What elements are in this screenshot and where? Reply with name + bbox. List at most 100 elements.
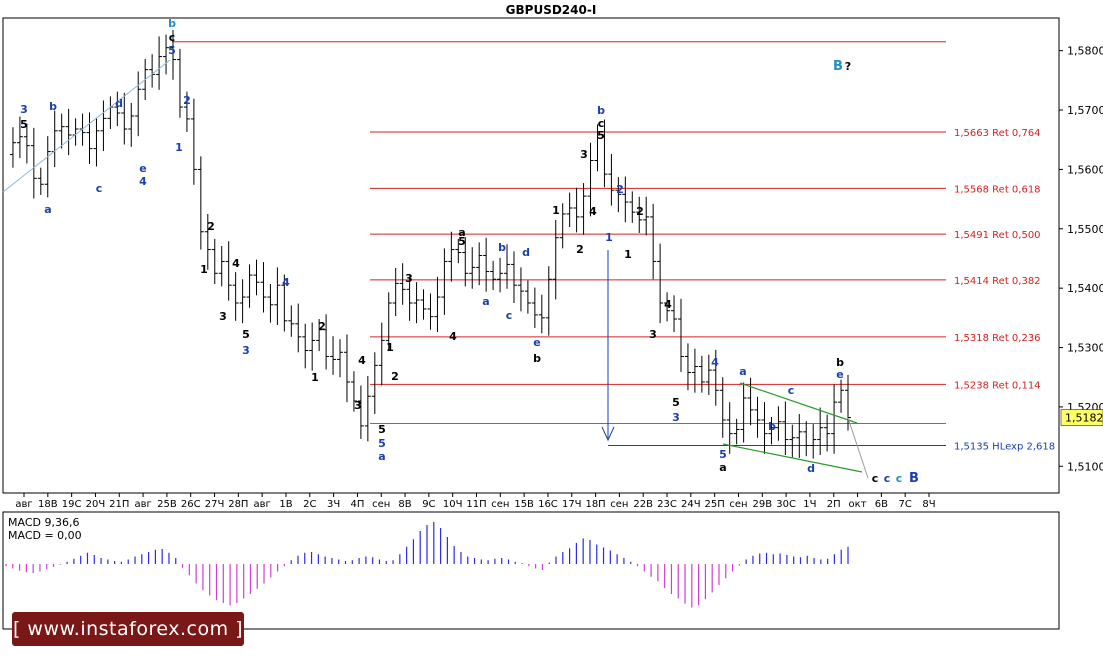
wave-label: c [506, 309, 513, 322]
y-tick-label: 1,5500 [1067, 223, 1103, 236]
wave-label: 1 [311, 371, 319, 384]
x-tick-label: окт [849, 499, 867, 510]
wave-label: a [482, 295, 489, 308]
y-tick-label: 1,5300 [1067, 342, 1103, 355]
x-tick-label: 7С [899, 499, 912, 510]
wave-label: 2 [207, 220, 215, 233]
x-tick-label: 8Ч [922, 499, 935, 510]
wave-label: B [833, 59, 843, 74]
x-tick-label: 22В [633, 499, 653, 510]
x-tick-label: 17Ч [562, 499, 582, 510]
wave-label: b [498, 241, 506, 254]
x-tick-label: 9С [422, 499, 435, 510]
x-tick-label: 25В [157, 499, 177, 510]
wave-label: 5 [20, 118, 28, 131]
wave-label: 4 [358, 354, 366, 367]
wave-label: 4 [232, 257, 240, 270]
current-price-label: 1,5182 [1065, 412, 1103, 425]
price-chart: 1,5663 Ret 0,764 1,5568 Ret 0,618 1,5491 R… [0, 0, 1103, 660]
x-tick-label: 10Ч [443, 499, 463, 510]
fib-level-label: 1,5663 Ret 0,764 [954, 128, 1041, 139]
wave-label: 3 [580, 148, 588, 161]
wave-label: 1 [552, 204, 560, 217]
wave-label: a [719, 461, 726, 474]
wave-label: 3 [354, 399, 362, 412]
x-tick-label: 4П [350, 499, 364, 510]
fib-level-label: 1,5491 Ret 0,500 [954, 230, 1041, 241]
wave-label: a [378, 450, 385, 463]
wave-label: b [168, 17, 176, 30]
x-tick-label: 26С [181, 499, 201, 510]
wave-label: 3 [672, 411, 680, 424]
wave-label: 3 [20, 103, 28, 116]
wave-label: 5 [168, 44, 176, 57]
x-tick-label: авг [254, 499, 271, 510]
x-tick-label: 1Ч [803, 499, 816, 510]
macd-label-params: MACD 9,36,6 [8, 516, 79, 529]
wave-label: d [115, 97, 123, 110]
wave-label: 1 [175, 141, 183, 154]
x-tick-label: 19С [62, 499, 82, 510]
y-tick-label: 1,5800 [1067, 45, 1103, 58]
wave-label: 3 [219, 310, 227, 323]
wave-label: c [896, 472, 903, 485]
wave-label: b [49, 100, 57, 113]
wave-label: c [96, 182, 103, 195]
wave-label: a [739, 365, 746, 378]
wave-label: d [807, 462, 815, 475]
x-tick-label: сен [491, 499, 509, 510]
x-tick-label: 30С [776, 499, 796, 510]
wave-label: 5 [719, 448, 727, 461]
x-tick-label: 27Ч [205, 499, 225, 510]
x-tick-label: сен [372, 499, 390, 510]
x-tick-label: сен [610, 499, 628, 510]
x-tick-label: сен [729, 499, 747, 510]
wave-label: 5 [458, 235, 466, 248]
wave-label: e [533, 336, 540, 349]
fib-level-label: 1,5318 Ret 0,236 [954, 333, 1041, 344]
wave-label: c [169, 31, 176, 44]
wave-label: a [44, 203, 51, 216]
y-tick-label: 1,5600 [1067, 163, 1103, 176]
y-tick-label: 1,5400 [1067, 282, 1103, 295]
wave-label: 1 [200, 263, 208, 276]
wave-label: B [909, 471, 919, 486]
x-tick-label: 21П [109, 499, 129, 510]
x-tick-label: 24Ч [681, 499, 701, 510]
wave-label: 4 [711, 356, 719, 369]
wave-label: 4 [139, 175, 147, 188]
x-tick-label: 6В [875, 499, 888, 510]
x-tick-label: 8В [398, 499, 411, 510]
wave-label: 2 [183, 94, 191, 107]
y-tick-label: 1,5100 [1067, 460, 1103, 473]
wave-label: 2 [636, 205, 644, 218]
macd-label-value: MACD = 0,00 [8, 529, 82, 542]
wave-label: 1 [624, 248, 632, 261]
wave-label: e [139, 162, 146, 175]
x-tick-label: 2С [303, 499, 316, 510]
x-tick-label: 1В [279, 499, 292, 510]
wave-label: 5 [597, 129, 605, 142]
wave-label: 4 [589, 205, 597, 218]
wave-label: 4 [282, 276, 290, 289]
wave-label: b [533, 352, 541, 365]
wave-label: c [788, 384, 795, 397]
wave-label: 5 [672, 396, 680, 409]
wave-label: 1 [605, 231, 613, 244]
y-tick-label: 1,5700 [1067, 104, 1103, 117]
x-tick-label: 18В [38, 499, 58, 510]
fib-level-label: 1,5414 Ret 0,382 [954, 276, 1041, 287]
wave-label: 4 [664, 298, 672, 311]
wave-label: 1 [386, 341, 394, 354]
x-tick-label: 16С [538, 499, 558, 510]
wave-label: b [768, 420, 776, 433]
wave-label: 3 [405, 272, 413, 285]
wave-label: 4 [449, 330, 457, 343]
wave-label: 2 [318, 320, 326, 333]
wave-label: c [872, 472, 879, 485]
wave-label: b [597, 104, 605, 117]
x-tick-label: 23С [657, 499, 677, 510]
x-tick-label: 2П [827, 499, 841, 510]
hlexp-level-label: 1,5135 HLexp 2,618 [954, 442, 1055, 453]
wave-label: 3 [242, 344, 250, 357]
